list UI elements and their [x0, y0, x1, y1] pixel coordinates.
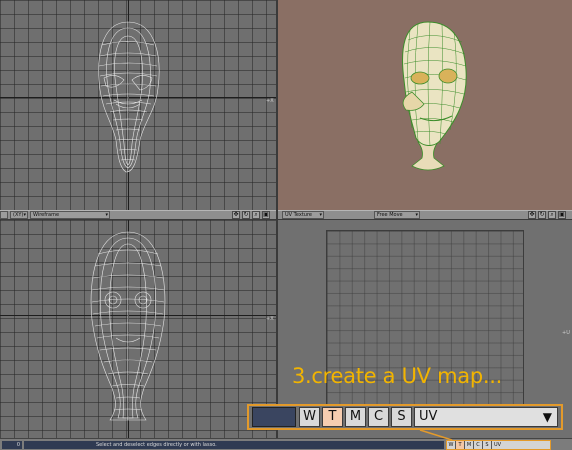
mini-t-button[interactable]: T: [456, 441, 465, 449]
mini-m-button[interactable]: M: [465, 441, 474, 449]
vmap-dropdown-label: UV: [419, 409, 438, 424]
maximize-icon[interactable]: ▣: [558, 211, 566, 219]
zoom-value-field[interactable]: [252, 407, 296, 427]
axis-label: +X: [266, 316, 274, 322]
selection-map-button[interactable]: S: [391, 407, 412, 427]
viewport-header-right: UV Texture ▾ Free Move ▾ ✥ ↻ ⌕ ▣: [278, 210, 572, 220]
viewport-bottom-left[interactable]: +X: [0, 220, 276, 438]
texture-map-button[interactable]: T: [322, 407, 343, 427]
move-icon[interactable]: ✥: [232, 211, 240, 219]
move-icon[interactable]: ✥: [528, 211, 536, 219]
maximize-icon[interactable]: ▣: [262, 211, 270, 219]
rotate-icon[interactable]: ↻: [242, 211, 250, 219]
mini-c-button[interactable]: C: [474, 441, 483, 449]
axis-label: +X: [266, 98, 274, 104]
modeler-window: +X (XY) ▾ Wireframe ▾ ✥ ↻ ⌕ ▣ UV Texture…: [0, 0, 572, 450]
head-wireframe-front: [98, 21, 160, 173]
head-wireframe-side: [90, 231, 166, 421]
mini-vmap-dropdown[interactable]: UV: [492, 441, 550, 449]
status-message: Select and deselect edges directly or wi…: [24, 441, 444, 449]
viewport-menu-stub[interactable]: [0, 211, 8, 219]
status-bar: 0 Select and deselect edges directly or …: [0, 438, 572, 450]
status-weightmap-buttons: W T M C S UV: [446, 440, 551, 450]
viewport-perspective[interactable]: [278, 0, 572, 210]
mini-w-button[interactable]: W: [447, 441, 456, 449]
axis-label: +U: [562, 330, 570, 336]
zoom-icon[interactable]: ⌕: [252, 211, 260, 219]
zoom-icon[interactable]: ⌕: [548, 211, 556, 219]
weight-map-button[interactable]: W: [299, 407, 320, 427]
status-value-field[interactable]: 0: [2, 441, 22, 449]
zoomed-vmap-toolbar: W T M C S UV ▼: [247, 404, 563, 430]
viewport-top-left[interactable]: +X: [0, 0, 276, 210]
tutorial-caption: 3.create a UV map...: [292, 364, 503, 388]
head-shaded-perspective: [402, 21, 467, 171]
rotate-icon[interactable]: ↻: [538, 211, 546, 219]
uv-view-dropdown[interactable]: UV Texture ▾: [282, 211, 324, 219]
vmap-dropdown[interactable]: UV ▼: [414, 407, 558, 427]
uv-mode-dropdown[interactable]: Free Move ▾: [374, 211, 420, 219]
view-dropdown[interactable]: (XY) ▾: [10, 211, 28, 219]
morph-map-button[interactable]: M: [345, 407, 366, 427]
mini-s-button[interactable]: S: [483, 441, 492, 449]
render-mode-dropdown[interactable]: Wireframe ▾: [30, 211, 110, 219]
uv-grid-area[interactable]: [326, 230, 524, 428]
color-map-button[interactable]: C: [368, 407, 389, 427]
viewport-header-left: (XY) ▾ Wireframe ▾ ✥ ↻ ⌕ ▣: [0, 210, 276, 220]
chevron-down-icon: ▼: [542, 410, 552, 424]
